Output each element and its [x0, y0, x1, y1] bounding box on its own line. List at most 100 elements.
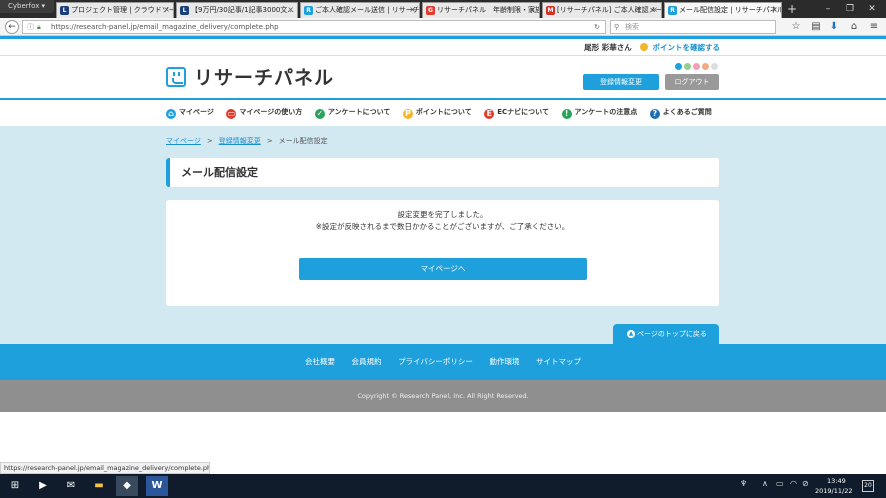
success-message: 設定変更を完了しました。: [397, 210, 488, 219]
theme-dot[interactable]: [675, 63, 682, 70]
nav-item-faq[interactable]: ? よくあるご質問: [649, 105, 712, 119]
footer: 会社概要 会員規約 プライバシーポリシー 動作環境 サイトマップ: [0, 344, 886, 380]
hamburger-menu-icon[interactable]: ≡: [868, 21, 880, 33]
word-icon[interactable]: W: [146, 476, 168, 496]
network-icon[interactable]: ▭: [776, 479, 784, 488]
browser-tab[interactable]: L 【9万円/30記事/1記事3000文... ×: [176, 2, 298, 18]
home-icon[interactable]: ⌂: [848, 21, 860, 33]
wifi-icon[interactable]: ◠: [790, 479, 797, 488]
footer-link-terms[interactable]: 会員規約: [352, 356, 382, 367]
notification-center-icon[interactable]: 20: [862, 480, 874, 492]
global-nav-border: [0, 98, 886, 100]
tab-label: メール配信設定 | リサーチパネルモ...: [679, 6, 781, 14]
browser-status-bar: https://research-panel.jp/email_magazine…: [0, 462, 210, 474]
window-close-icon[interactable]: ✕: [862, 2, 882, 16]
nav-label: ECナビについて: [497, 108, 549, 116]
register-info-button[interactable]: 登録情報変更: [583, 74, 659, 90]
breadcrumb-mypage[interactable]: マイページ: [166, 137, 201, 145]
browser-tab[interactable]: M [リサーチパネル] ご本人確認メール... ×: [542, 2, 662, 18]
nav-label: よくあるご質問: [662, 108, 712, 116]
browser-menu-button[interactable]: Cyberfox ▾: [0, 0, 54, 13]
back-button[interactable]: ←: [5, 20, 19, 34]
nav-label: マイページの使い方: [239, 108, 303, 116]
cyberfox-taskbar-icon[interactable]: ◆: [116, 476, 138, 496]
question-icon: ?: [649, 109, 660, 119]
logout-button[interactable]: ログアウト: [665, 74, 719, 90]
browser-tab[interactable]: L プロジェクト管理 | クラウドソーシン... ×: [56, 2, 174, 18]
volume-icon[interactable]: ⊘: [802, 479, 809, 488]
nav-item-mypage[interactable]: ⌂ マイページ: [166, 105, 214, 119]
footer-link-sitemap[interactable]: サイトマップ: [536, 356, 581, 367]
windows-taskbar: ⊞ ▶ ✉ ▬ ◆ W ♆ ∧ ▭ ◠ ⊘ 13:49 2019/11/22 2…: [0, 474, 886, 498]
download-icon[interactable]: ⬇: [828, 21, 840, 33]
tab-label: プロジェクト管理 | クラウドソーシン...: [71, 6, 173, 14]
close-icon[interactable]: ×: [409, 3, 416, 17]
nav-item-cautions[interactable]: ! アンケートの注意点: [561, 105, 638, 119]
nav-item-ecnavi[interactable]: E ECナビについて: [484, 105, 549, 119]
clock-time[interactable]: 13:49: [827, 477, 846, 485]
tab-label: ご本人確認メール送信 | リサーチ...: [315, 6, 420, 14]
lock-icon: 🔒︎: [37, 23, 41, 31]
browser-tab-active[interactable]: R メール配信設定 | リサーチパネルモ... ×: [664, 2, 782, 18]
nav-label: アンケートの注意点: [574, 108, 638, 116]
reload-icon[interactable]: ↻: [594, 21, 600, 33]
tab-favicon: G: [426, 6, 435, 15]
tab-favicon: L: [180, 6, 189, 15]
windows-start-icon[interactable]: ⊞: [4, 476, 26, 496]
minimize-icon[interactable]: –: [818, 2, 838, 16]
footer-link-privacy[interactable]: プライバシーポリシー: [398, 356, 473, 367]
url-text: https://research-panel.jp/email_magazine…: [51, 23, 279, 31]
check-icon: ✓: [314, 109, 325, 119]
global-nav: ⌂ マイページ ▭ マイページの使い方 ✓ アンケートについて P ポイントについて E…: [166, 105, 726, 121]
page-viewport: 尾形 彩華さん ポイントを確認する リサーチパネル 登録情報変更 ログアウト ⌂…: [0, 36, 886, 462]
warning-icon: !: [561, 109, 572, 119]
back-to-top-label: ページのトップに戻る: [637, 330, 707, 338]
back-to-top-link[interactable]: ▲ ページのトップに戻る: [613, 324, 719, 344]
nav-item-points[interactable]: P ポイントについて: [402, 105, 472, 119]
breadcrumb-separator: >: [266, 137, 273, 145]
reading-list-icon[interactable]: ▤: [810, 21, 822, 33]
close-icon[interactable]: ×: [163, 3, 170, 17]
points-link[interactable]: ポイントを確認する: [653, 43, 721, 52]
footer-link-environment[interactable]: 動作環境: [489, 356, 519, 367]
user-row: 尾形 彩華さん ポイントを確認する: [584, 42, 720, 53]
tab-label: [リサーチパネル] ご本人確認メール...: [557, 6, 662, 14]
logo-icon: [166, 67, 186, 87]
theme-dot[interactable]: [684, 63, 691, 70]
nav-item-howto[interactable]: ▭ マイページの使い方: [226, 105, 302, 119]
tab-favicon: R: [668, 6, 677, 15]
new-tab-button[interactable]: +: [785, 3, 799, 17]
url-bar[interactable]: ⓘ 🔒︎ https://research-panel.jp/email_mag…: [22, 20, 606, 34]
theme-dot[interactable]: [693, 63, 700, 70]
browser-tab[interactable]: R ご本人確認メール送信 | リサーチ... ×: [300, 2, 420, 18]
chevron-up-icon[interactable]: ∧: [762, 479, 768, 488]
breadcrumb: マイページ > 登録情報変更 > メール配信設定: [166, 136, 328, 146]
breadcrumb-separator: >: [206, 137, 213, 145]
nav-item-survey[interactable]: ✓ アンケートについて: [314, 105, 390, 119]
tab-favicon: R: [304, 6, 313, 15]
logo-text: リサーチパネル: [194, 67, 335, 89]
close-icon[interactable]: ×: [529, 3, 536, 17]
info-icon[interactable]: ⓘ: [27, 21, 34, 33]
close-icon[interactable]: ×: [287, 3, 294, 17]
theme-dot[interactable]: [702, 63, 709, 70]
footer-link-company[interactable]: 会社概要: [305, 356, 335, 367]
go-mypage-button[interactable]: マイページへ: [299, 258, 587, 280]
breadcrumb-register[interactable]: 登録情報変更: [219, 137, 261, 145]
people-icon[interactable]: ♆: [740, 479, 747, 488]
mail-icon[interactable]: ✉: [60, 476, 82, 496]
file-explorer-icon[interactable]: ▬: [88, 476, 110, 496]
search-input[interactable]: ⚲ 検索: [610, 20, 776, 34]
close-icon[interactable]: ×: [771, 3, 778, 17]
media-player-icon[interactable]: ▶: [32, 476, 54, 496]
page-title: メール配信設定: [166, 158, 719, 187]
clock-date[interactable]: 2019/11/22: [815, 487, 852, 495]
theme-dot[interactable]: [711, 63, 718, 70]
bookmark-star-icon[interactable]: ☆: [790, 21, 802, 33]
coin-icon: P: [402, 109, 413, 119]
browser-tab-bar: Cyberfox ▾ L プロジェクト管理 | クラウドソーシン... × L …: [0, 0, 886, 18]
close-icon[interactable]: ×: [651, 3, 658, 17]
browser-tab[interactable]: G リサーチパネル 年齢制限・家族... ×: [422, 2, 540, 18]
maximize-icon[interactable]: ❐: [840, 2, 860, 16]
user-name: 尾形 彩華さん: [584, 43, 632, 52]
